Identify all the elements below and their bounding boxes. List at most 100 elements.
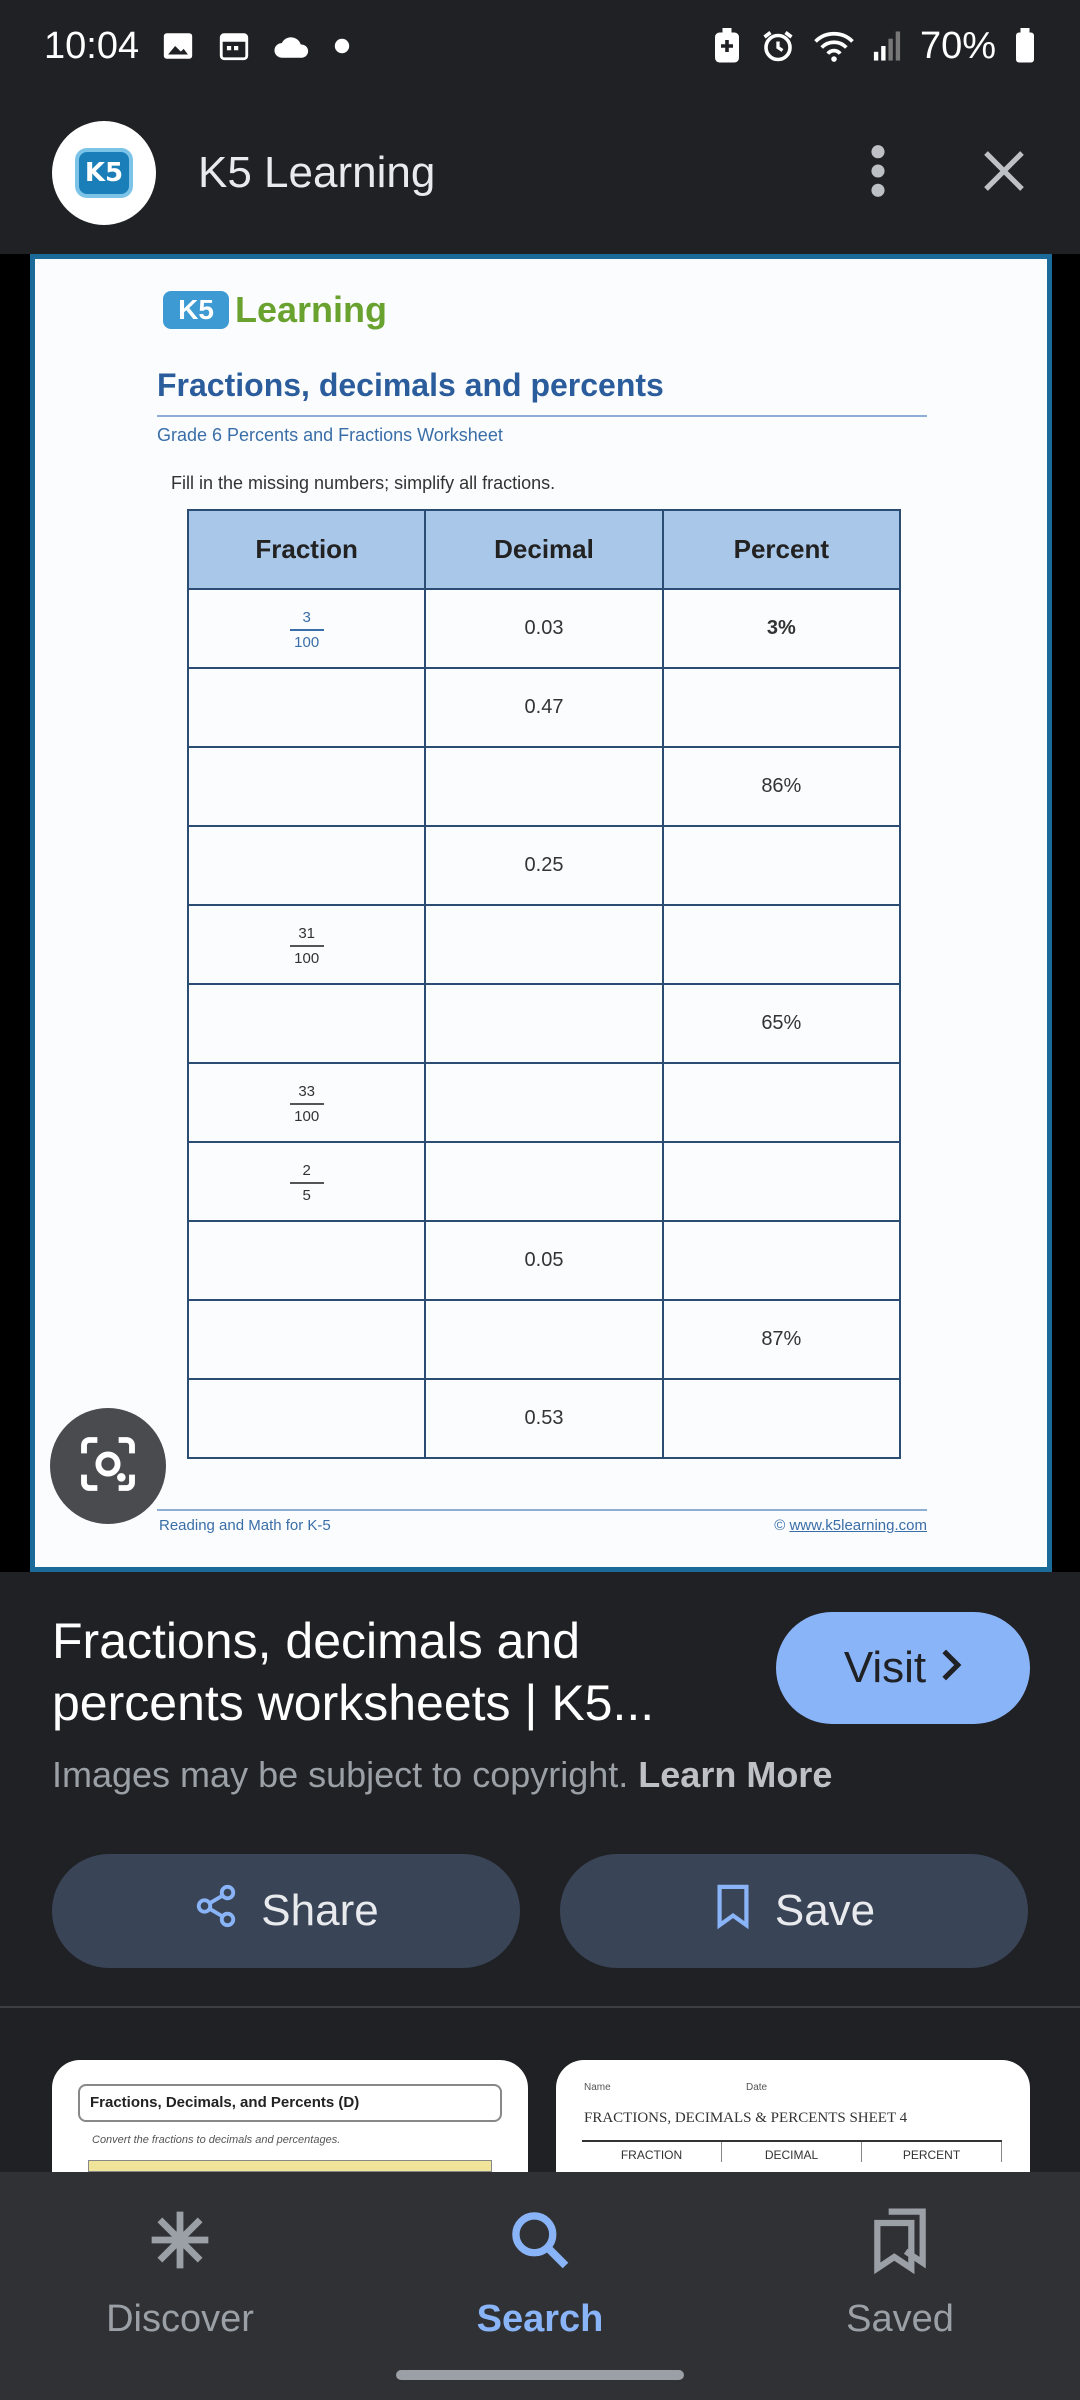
related-image-2[interactable]: Name Date FRACTIONS, DECIMALS & PERCENTS… bbox=[556, 2060, 1030, 2172]
fraction-cell: 3 100 bbox=[186, 588, 427, 669]
bottom-nav: Discover Search Saved bbox=[0, 2172, 1080, 2400]
section-divider bbox=[0, 2006, 1080, 2008]
learn-more-link[interactable]: Learn More bbox=[638, 1754, 832, 1795]
fraction: 33 100 bbox=[289, 1082, 324, 1126]
fraction-cell bbox=[186, 825, 427, 906]
battery-saver-icon bbox=[712, 28, 742, 64]
more-options-icon[interactable] bbox=[870, 144, 886, 203]
calendar-icon bbox=[217, 29, 251, 63]
worksheet-instructions: Fill in the missing numbers; simplify al… bbox=[171, 473, 556, 493]
decimal-cell: 0.03 bbox=[424, 588, 664, 669]
nav-discover[interactable]: Discover bbox=[0, 2172, 360, 2400]
close-icon[interactable] bbox=[980, 147, 1028, 200]
search-icon bbox=[506, 2206, 574, 2284]
k5-logo-icon: K5 bbox=[75, 148, 133, 198]
gallery-icon bbox=[161, 29, 195, 63]
fraction-cell: 31 100 bbox=[186, 904, 427, 985]
k5-learning-logo: K5 Learning bbox=[163, 289, 387, 331]
cloud-icon bbox=[273, 31, 311, 61]
asterisk-icon bbox=[146, 2206, 214, 2284]
share-button[interactable]: Share bbox=[52, 1854, 520, 1968]
numerator: 2 bbox=[302, 1162, 311, 1179]
bookmark-icon bbox=[713, 1883, 753, 1940]
fraction-cell bbox=[186, 1220, 427, 1301]
table-row: 25 bbox=[186, 1141, 902, 1222]
fraction-bar bbox=[289, 945, 324, 947]
denominator: 100 bbox=[294, 634, 320, 651]
thumb1-title: Fractions, Decimals, and Percents (D) bbox=[78, 2084, 502, 2122]
fraction-cell bbox=[186, 1299, 427, 1380]
result-title[interactable]: Fractions, decimals and percents workshe… bbox=[52, 1610, 742, 1734]
percent-cell bbox=[661, 904, 902, 985]
fraction-bar bbox=[289, 1103, 324, 1105]
nav-saved-label: Saved bbox=[846, 2298, 954, 2340]
numerator: 31 bbox=[298, 925, 315, 942]
title-rule bbox=[157, 415, 927, 417]
fraction: 3 100 bbox=[289, 608, 324, 652]
visit-button[interactable]: Visit bbox=[776, 1612, 1030, 1724]
numerator: 3 bbox=[302, 609, 311, 626]
related-image-1[interactable]: Fractions, Decimals, and Percents (D) Co… bbox=[52, 2060, 528, 2172]
percent-cell bbox=[661, 1062, 902, 1143]
percent-cell: 3% bbox=[661, 588, 902, 669]
worksheet-title: Fractions, decimals and percents bbox=[157, 367, 664, 403]
thumb2-date: Date bbox=[746, 2082, 768, 2093]
worksheet-footer-right: © www.k5learning.com bbox=[774, 1517, 927, 1534]
fraction-cell bbox=[186, 746, 427, 827]
table-row: 0.53 bbox=[186, 1378, 902, 1459]
table-row: 87% bbox=[186, 1299, 902, 1380]
decimal-cell bbox=[424, 904, 664, 985]
decimal-cell: 0.47 bbox=[424, 667, 664, 748]
percent-cell: 86% bbox=[661, 746, 902, 827]
percent-cell: 65% bbox=[661, 983, 902, 1064]
fraction-cell bbox=[186, 1378, 427, 1459]
decimal-cell bbox=[424, 1141, 664, 1222]
nav-search[interactable]: Search bbox=[360, 2172, 720, 2400]
image-viewer[interactable]: K5 Learning Fractions, decimals and perc… bbox=[0, 254, 1080, 1572]
copyright-notice: Images may be subject to copyright. Lear… bbox=[52, 1754, 833, 1795]
nav-search-label: Search bbox=[476, 2298, 604, 2340]
table-row: 31 100 bbox=[186, 904, 902, 985]
decimal-cell: 0.25 bbox=[424, 825, 664, 906]
fraction: 25 bbox=[289, 1161, 324, 1205]
lens-search-button[interactable] bbox=[50, 1408, 166, 1524]
col-header-decimal: Decimal bbox=[424, 509, 664, 590]
footer-rule bbox=[157, 1509, 927, 1511]
col-header-percent: Percent bbox=[661, 509, 902, 590]
table-row: 0.25 bbox=[186, 825, 902, 906]
nav-saved[interactable]: Saved bbox=[720, 2172, 1080, 2400]
table-row: 0.05 bbox=[186, 1220, 902, 1301]
thumb1-subtitle: Convert the fractions to decimals and pe… bbox=[92, 2134, 341, 2146]
worksheet-image: K5 Learning Fractions, decimals and perc… bbox=[30, 254, 1052, 1572]
fraction-cell bbox=[186, 983, 427, 1064]
site-avatar: K5 bbox=[52, 121, 156, 225]
nav-discover-label: Discover bbox=[106, 2298, 254, 2340]
thumb2-table-header: FRACTION DECIMAL PERCENT bbox=[582, 2140, 1002, 2162]
percent-cell bbox=[661, 1378, 902, 1459]
battery-percent: 70% bbox=[919, 24, 996, 67]
share-label: Share bbox=[261, 1886, 379, 1935]
worksheet-subtitle: Grade 6 Percents and Fractions Worksheet bbox=[157, 425, 503, 445]
worksheet-rows: 3 100 0.03 3% 0.47 86% 0.25 31 100 65% 33 100 2 5 0.05… bbox=[186, 588, 902, 1459]
share-icon bbox=[193, 1883, 239, 1940]
fraction-cell: 25 bbox=[186, 1141, 427, 1222]
percent-cell bbox=[661, 667, 902, 748]
chevron-right-icon bbox=[940, 1643, 962, 1693]
home-indicator[interactable] bbox=[396, 2370, 684, 2380]
fraction-cell bbox=[186, 667, 427, 748]
decimal-cell: 0.05 bbox=[424, 1220, 664, 1301]
percent-cell: 87% bbox=[661, 1299, 902, 1380]
decimal-cell bbox=[424, 1299, 664, 1380]
table-row: 33 100 bbox=[186, 1062, 902, 1143]
site-name: K5 Learning bbox=[198, 148, 436, 197]
table-row: 86% bbox=[186, 746, 902, 827]
save-button[interactable]: Save bbox=[560, 1854, 1028, 1968]
fraction-bar bbox=[289, 1182, 324, 1184]
percent-cell bbox=[661, 1141, 902, 1222]
dot-icon bbox=[333, 37, 351, 55]
lens-icon bbox=[76, 1432, 140, 1501]
worksheet-footer-left: Reading and Math for K-5 bbox=[159, 1517, 331, 1534]
fraction-bar bbox=[289, 629, 324, 631]
thumb2-title: FRACTIONS, DECIMALS & PERCENTS SHEET 4 bbox=[584, 2110, 908, 2126]
page: 10:04 70% K5 K5 Learning K5 Learning Fra… bbox=[0, 0, 1080, 2400]
